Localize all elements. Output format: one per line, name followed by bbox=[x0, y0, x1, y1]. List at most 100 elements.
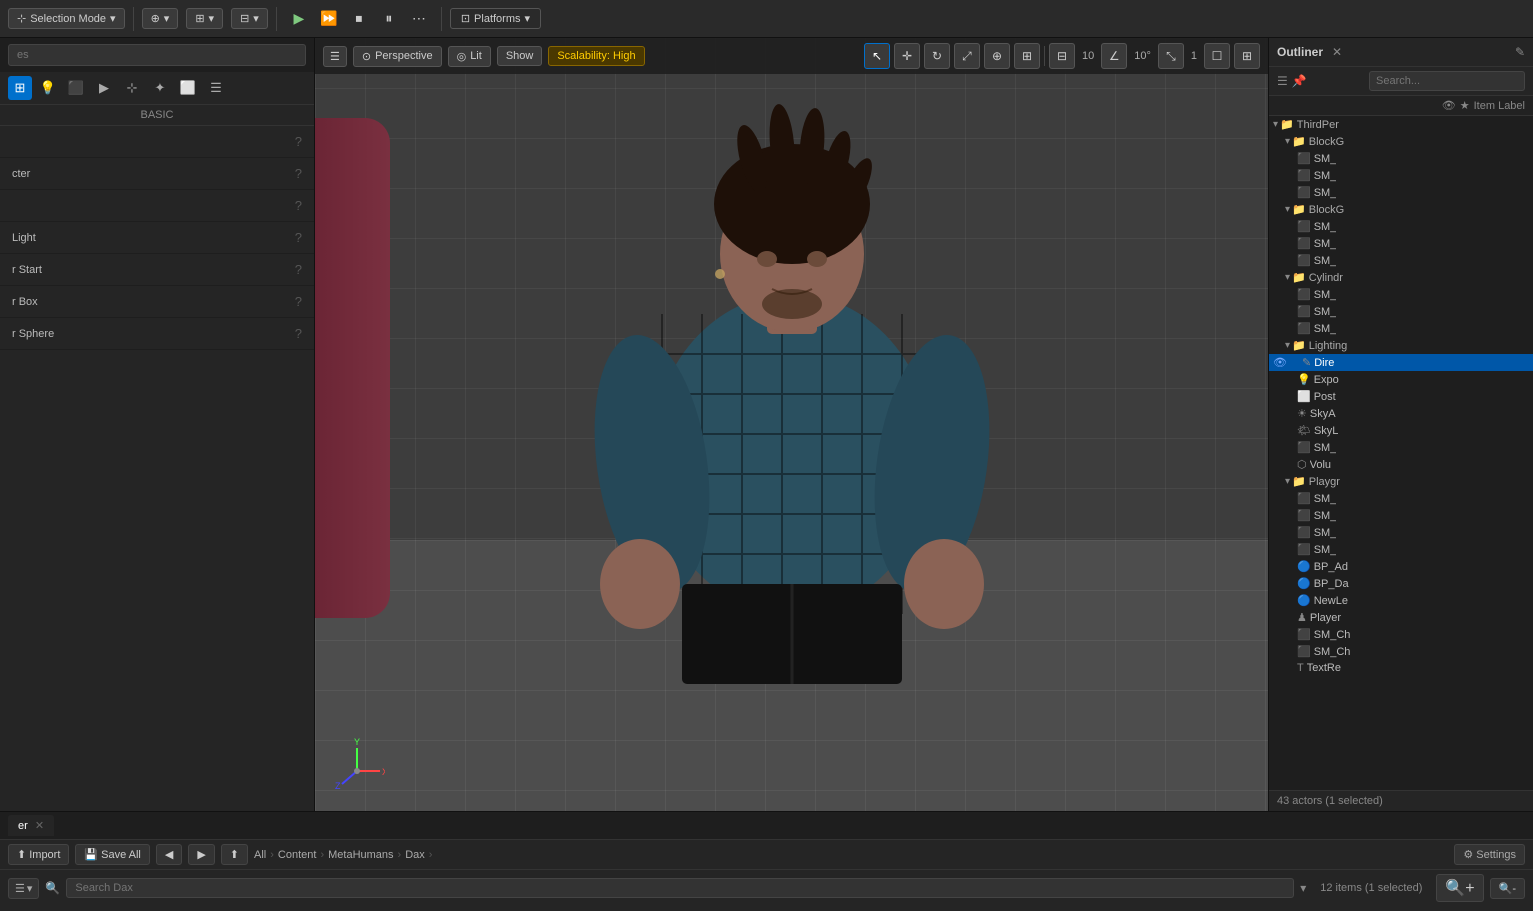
panel-icon-all[interactable]: ☰ bbox=[204, 76, 228, 100]
panel-icon-lights[interactable]: 💡 bbox=[36, 76, 60, 100]
list-item[interactable]: r Box ? bbox=[0, 286, 314, 318]
tree-folder-playgr[interactable]: ▾ 📁 Playgr bbox=[1269, 473, 1533, 490]
list-item-light[interactable]: Light ? bbox=[0, 222, 314, 254]
hamburger-menu-button[interactable]: ☰ bbox=[323, 46, 347, 67]
panel-icon-play[interactable]: ▶ bbox=[92, 76, 116, 100]
tree-item-player[interactable]: ♟ Player bbox=[1269, 609, 1533, 626]
tree-item-sm1[interactable]: ⬛ SM_ bbox=[1269, 150, 1533, 167]
platforms-button[interactable]: ⊡ Platforms ▾ bbox=[450, 8, 541, 29]
outliner-edit-button[interactable]: ✎ bbox=[1515, 45, 1525, 59]
scale-button[interactable]: ⤡ bbox=[1158, 43, 1184, 69]
list-item[interactable]: ? bbox=[0, 190, 314, 222]
tree-item-expo[interactable]: 💡 Expo bbox=[1269, 371, 1533, 388]
tree-item-sm6[interactable]: ⬛ SM_ bbox=[1269, 252, 1533, 269]
rotate-tool-button[interactable]: ↻ bbox=[924, 43, 950, 69]
panel-icon-effects[interactable]: ✦ bbox=[148, 76, 172, 100]
settings-button[interactable]: ⚙ Settings bbox=[1454, 844, 1525, 865]
perspective-button[interactable]: ⊙ Perspective bbox=[353, 46, 442, 67]
selection-mode-button[interactable]: ⊹ Selection Mode ▾ bbox=[8, 8, 125, 29]
play-button[interactable]: ▶ bbox=[285, 5, 313, 33]
tree-item-volu[interactable]: ⬡ Volu bbox=[1269, 456, 1533, 473]
tree-item-smch2[interactable]: ⬛ SM_Ch bbox=[1269, 643, 1533, 660]
tree-item-sm11[interactable]: ⬛ SM_ bbox=[1269, 490, 1533, 507]
tree-item-sm8[interactable]: ⬛ SM_ bbox=[1269, 303, 1533, 320]
filter-button[interactable]: ☰ ▾ bbox=[8, 878, 39, 899]
tree-item-sm5[interactable]: ⬛ SM_ bbox=[1269, 235, 1533, 252]
tree-folder-lighting[interactable]: ▾ 📁 Lighting bbox=[1269, 337, 1533, 354]
content-search-input[interactable] bbox=[66, 878, 1294, 898]
actor-tool-button[interactable]: ⊕ ▾ bbox=[142, 8, 179, 29]
import-button[interactable]: ⬆ Import bbox=[8, 844, 69, 865]
breadcrumb-metahumans[interactable]: MetaHumans bbox=[328, 849, 393, 861]
help-icon[interactable]: ? bbox=[295, 294, 302, 309]
tree-folder-cylindr[interactable]: ▾ 📁 Cylindr bbox=[1269, 269, 1533, 286]
tree-item-smch1[interactable]: ⬛ SM_Ch bbox=[1269, 626, 1533, 643]
tree-item-textre[interactable]: T TextRe bbox=[1269, 660, 1533, 676]
content-browser-tab[interactable]: er ✕ bbox=[8, 815, 54, 836]
list-item[interactable]: r Sphere ? bbox=[0, 318, 314, 350]
tree-item-sm3[interactable]: ⬛ SM_ bbox=[1269, 184, 1533, 201]
angle-button[interactable]: ∠ bbox=[1101, 43, 1127, 69]
help-icon[interactable]: ? bbox=[295, 198, 302, 213]
help-icon[interactable]: ? bbox=[295, 262, 302, 277]
nav-back-button[interactable]: ◀ bbox=[156, 844, 182, 865]
outliner-search-input[interactable] bbox=[1369, 71, 1525, 91]
help-icon[interactable]: ? bbox=[295, 166, 302, 181]
tree-item-sm14[interactable]: ⬛ SM_ bbox=[1269, 541, 1533, 558]
list-item[interactable]: r Start ? bbox=[0, 254, 314, 286]
stop-button[interactable]: ⏹ bbox=[345, 5, 373, 33]
grid-button[interactable]: ⊟ bbox=[1049, 43, 1075, 69]
panel-icon-basic[interactable]: ⊞ bbox=[8, 76, 32, 100]
help-icon[interactable]: ? bbox=[295, 326, 302, 341]
tree-item-post[interactable]: ⬜ Post bbox=[1269, 388, 1533, 405]
tree-item-skyl[interactable]: 🌤 SkyL bbox=[1269, 422, 1533, 439]
help-icon[interactable]: ? bbox=[295, 230, 302, 245]
tree-item-sm7[interactable]: ⬛ SM_ bbox=[1269, 286, 1533, 303]
camera-speed-button[interactable]: ☐ bbox=[1204, 43, 1230, 69]
tree-item-bpad[interactable]: 🔵 BP_Ad bbox=[1269, 558, 1533, 575]
lit-button[interactable]: ◎ Lit bbox=[448, 46, 491, 67]
play-alt-button[interactable]: ⏩ bbox=[315, 5, 343, 33]
move-tool-button[interactable]: ✛ bbox=[894, 43, 920, 69]
tree-item-sm12[interactable]: ⬛ SM_ bbox=[1269, 507, 1533, 524]
zoom-in-button[interactable]: 🔍+ bbox=[1436, 874, 1483, 902]
scale-tool-button[interactable]: ⤢ bbox=[954, 43, 980, 69]
maximize-button[interactable]: ⊞ bbox=[1234, 43, 1260, 69]
save-all-button[interactable]: 💾 Save All bbox=[75, 844, 149, 865]
pause-button[interactable]: ⏸ bbox=[375, 5, 403, 33]
outliner-close-button[interactable]: ✕ bbox=[1329, 44, 1345, 60]
list-item[interactable]: cter ? bbox=[0, 158, 314, 190]
tree-item-bpda[interactable]: 🔵 BP_Da bbox=[1269, 575, 1533, 592]
panel-icon-volumes[interactable]: ⬜ bbox=[176, 76, 200, 100]
nav-up-button[interactable]: ⬆ bbox=[221, 844, 248, 865]
more-options-button[interactable]: ⋯ bbox=[405, 5, 433, 33]
tree-folder-blockg2[interactable]: ▾ 📁 BlockG bbox=[1269, 201, 1533, 218]
tree-item-sm2[interactable]: ⬛ SM_ bbox=[1269, 167, 1533, 184]
select-tool-button[interactable]: ↖ bbox=[864, 43, 890, 69]
help-icon[interactable]: ? bbox=[295, 134, 302, 149]
gizmo-button[interactable]: ⊕ bbox=[984, 43, 1010, 69]
show-button[interactable]: Show bbox=[497, 46, 543, 66]
breadcrumb-all[interactable]: All bbox=[254, 849, 266, 861]
panel-icon-shapes[interactable]: ⬛ bbox=[64, 76, 88, 100]
tree-folder-thirdper[interactable]: ▾ 📁 ThirdPer bbox=[1269, 116, 1533, 133]
tree-item-sm9[interactable]: ⬛ SM_ bbox=[1269, 320, 1533, 337]
panel-search-input[interactable] bbox=[8, 44, 306, 66]
tree-folder-blockg1[interactable]: ▾ 📁 BlockG bbox=[1269, 133, 1533, 150]
list-item[interactable]: ? bbox=[0, 126, 314, 158]
tree-item-sm13[interactable]: ⬛ SM_ bbox=[1269, 524, 1533, 541]
nav-forward-button[interactable]: ▶ bbox=[188, 844, 214, 865]
transform-button[interactable]: ⊟ ▾ bbox=[231, 8, 268, 29]
zoom-out-button[interactable]: 🔍- bbox=[1490, 878, 1525, 899]
tab-close-button[interactable]: ✕ bbox=[35, 820, 44, 832]
breadcrumb-content[interactable]: Content bbox=[278, 849, 317, 861]
viewport[interactable]: ☰ ⊙ Perspective ◎ Lit Show Scalability: … bbox=[315, 38, 1268, 811]
tree-item-dire[interactable]: 👁 ✎ Dire bbox=[1269, 354, 1533, 371]
scalability-badge[interactable]: Scalability: High bbox=[548, 46, 644, 66]
tree-item-sm4[interactable]: ⬛ SM_ bbox=[1269, 218, 1533, 235]
tree-item-newle[interactable]: 🔵 NewLe bbox=[1269, 592, 1533, 609]
breadcrumb-dax[interactable]: Dax bbox=[405, 849, 425, 861]
panel-icon-blueprints[interactable]: ⊹ bbox=[120, 76, 144, 100]
tree-item-skya[interactable]: ☀ SkyA bbox=[1269, 405, 1533, 422]
world-local-button[interactable]: ⊞ bbox=[1014, 43, 1040, 69]
